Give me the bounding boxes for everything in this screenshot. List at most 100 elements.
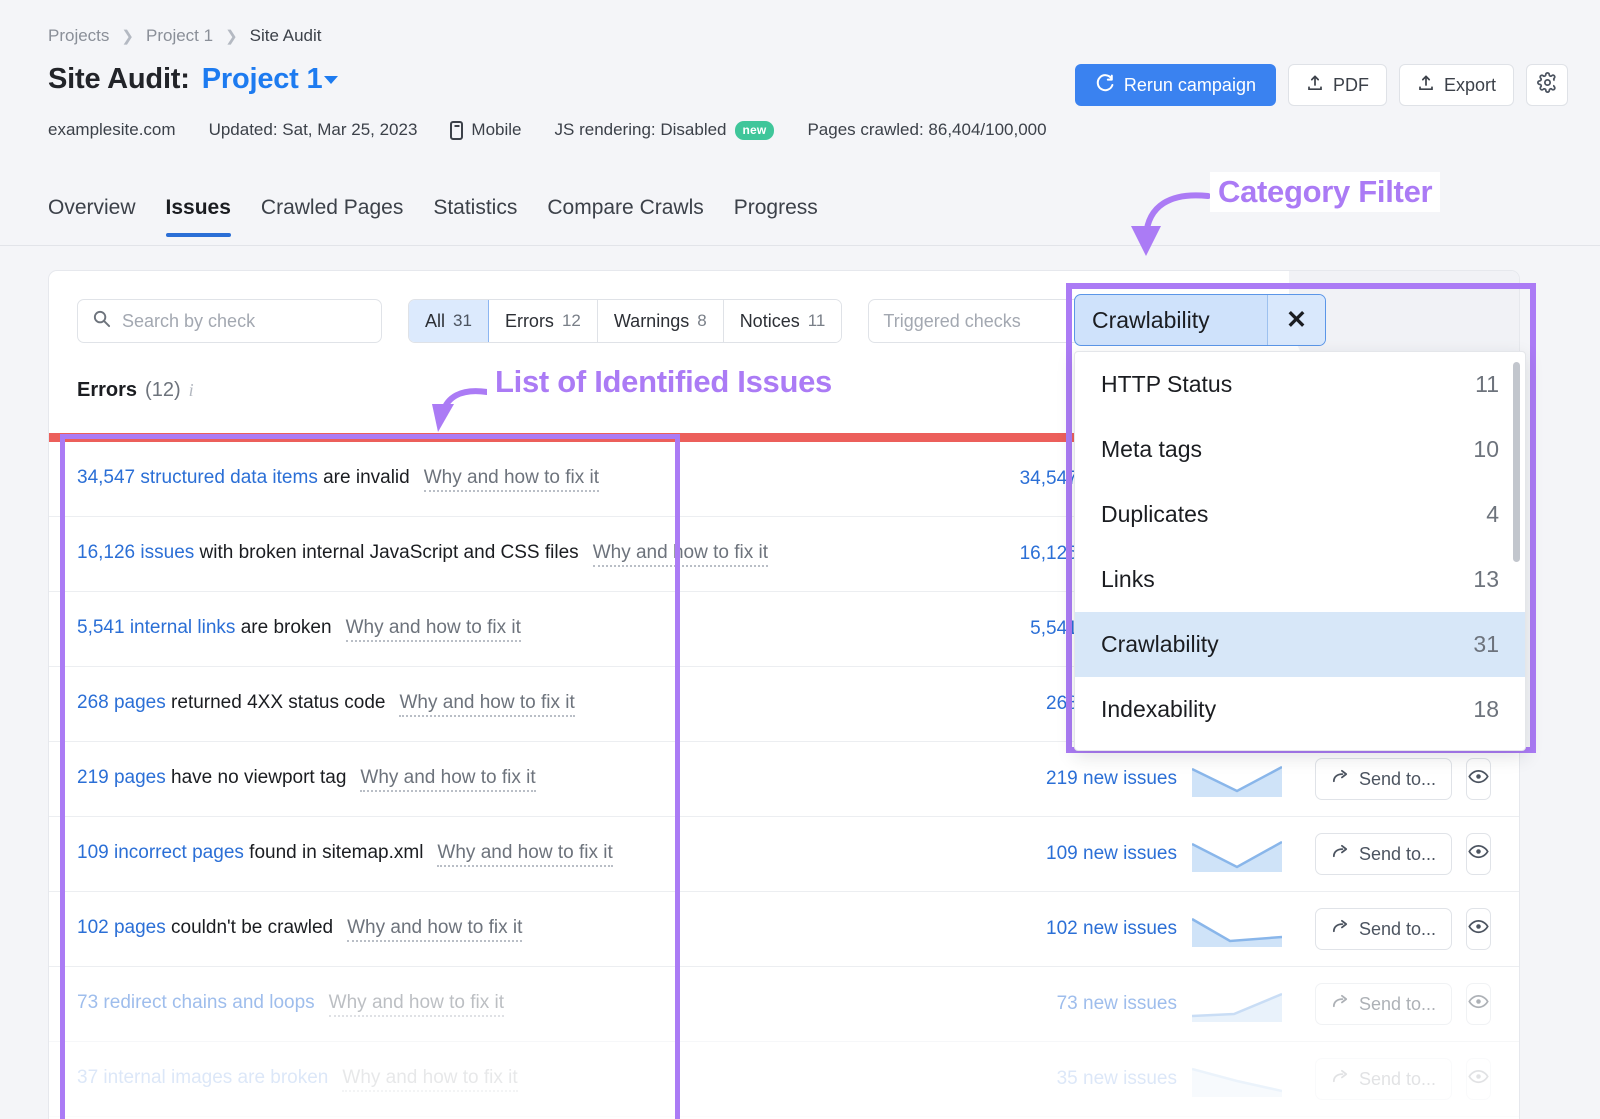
category-chip-crawlability[interactable]: Crawlability ✕ [1074, 294, 1326, 346]
new-issues-count[interactable]: 219 new issues [987, 768, 1177, 790]
new-issues-count[interactable]: 35 new issues [987, 1068, 1177, 1090]
category-option-links[interactable]: Links 13 [1075, 547, 1525, 612]
site-audit-page: Projects ❯ Project 1 ❯ Site Audit Site A… [0, 0, 1600, 1119]
meta-device: Mobile [450, 120, 521, 140]
chevron-down-icon [324, 76, 338, 84]
segment-errors-label: Errors [505, 311, 554, 332]
segment-all[interactable]: All 31 [409, 300, 489, 342]
table-row[interactable]: 219 pages have no viewport tag Why and ho… [49, 742, 1519, 817]
main-tabs: Overview Issues Crawled Pages Statistics… [48, 196, 818, 237]
why-and-how-link[interactable]: Why and how to fix it [342, 1067, 517, 1092]
issue-title[interactable]: 73 redirect chains and loops [77, 992, 315, 1014]
chevron-right-icon: ❯ [121, 27, 134, 45]
issue-title[interactable]: 5,541 internal links are broken [77, 617, 332, 639]
category-option-label: Duplicates [1101, 501, 1208, 528]
category-option-http-status[interactable]: HTTP Status 11 [1075, 352, 1525, 417]
table-row[interactable]: 109 incorrect pages found in sitemap.xml… [49, 817, 1519, 892]
issue-count: 73 [77, 992, 98, 1013]
category-option-count: 31 [1473, 631, 1499, 658]
category-option-label: HTTP Status [1101, 371, 1232, 398]
table-row[interactable]: 37 internal images are broken Why and ho… [49, 1042, 1519, 1117]
why-and-how-link[interactable]: Why and how to fix it [329, 992, 504, 1017]
project-selector[interactable]: Project 1 [202, 63, 339, 96]
breadcrumb: Projects ❯ Project 1 ❯ Site Audit [48, 26, 322, 46]
new-issues-count[interactable]: 73 new issues [987, 993, 1177, 1015]
info-icon[interactable]: i [189, 380, 194, 401]
why-and-how-link[interactable]: Why and how to fix it [437, 842, 612, 867]
close-icon[interactable]: ✕ [1267, 295, 1325, 345]
table-row[interactable]: 102 pages couldn't be crawled Why and how… [49, 892, 1519, 967]
export-button[interactable]: Export [1399, 64, 1514, 106]
category-option-meta-tags[interactable]: Meta tags 10 [1075, 417, 1525, 482]
send-to-button[interactable]: Send to... [1315, 833, 1452, 875]
segment-all-count: 31 [453, 311, 472, 331]
issue-title[interactable]: 219 pages have no viewport tag [77, 767, 346, 789]
issue-title[interactable]: 102 pages couldn't be crawled [77, 917, 333, 939]
segment-warnings[interactable]: Warnings 8 [598, 300, 724, 342]
settings-button[interactable] [1526, 64, 1568, 106]
mobile-icon [450, 121, 463, 140]
segment-errors[interactable]: Errors 12 [489, 300, 598, 342]
hide-issue-button[interactable] [1466, 833, 1491, 875]
table-row[interactable]: 73 redirect chains and loops Why and how… [49, 967, 1519, 1042]
share-arrow-icon [1331, 1067, 1350, 1091]
send-to-button[interactable]: Send to... [1315, 1058, 1452, 1100]
send-to-button[interactable]: Send to... [1315, 908, 1452, 950]
category-option-crawlability[interactable]: Crawlability 31 [1075, 612, 1525, 677]
issue-rest-text: found in sitemap.xml [249, 842, 423, 863]
rerun-campaign-button[interactable]: Rerun campaign [1075, 64, 1276, 106]
search-icon [92, 309, 111, 333]
tab-overview[interactable]: Overview [48, 196, 136, 237]
issue-description: 268 pages returned 4XX status code Why an… [77, 692, 987, 717]
refresh-icon [1095, 73, 1115, 98]
new-issues-count[interactable]: 102 new issues [987, 918, 1177, 940]
send-to-button[interactable]: Send to... [1315, 983, 1452, 1025]
issue-title[interactable]: 16,126 issues with broken internal JavaS… [77, 542, 579, 564]
why-and-how-link[interactable]: Why and how to fix it [593, 542, 768, 567]
why-and-how-link[interactable]: Why and how to fix it [347, 917, 522, 942]
tab-statistics[interactable]: Statistics [433, 196, 517, 237]
issue-description: 219 pages have no viewport tag Why and ho… [77, 767, 987, 792]
pdf-button[interactable]: PDF [1288, 64, 1387, 106]
issue-title[interactable]: 268 pages returned 4XX status code [77, 692, 385, 714]
new-issues-count[interactable]: 109 new issues [987, 843, 1177, 865]
gear-icon [1537, 72, 1558, 98]
why-and-how-link[interactable]: Why and how to fix it [360, 767, 535, 792]
send-to-button[interactable]: Send to... [1315, 758, 1452, 800]
segment-notices[interactable]: Notices 11 [724, 300, 842, 342]
meta-pages-crawled: Pages crawled: 86,404/100,000 [807, 120, 1046, 140]
why-and-how-link[interactable]: Why and how to fix it [346, 617, 521, 642]
segment-notices-count: 11 [808, 311, 826, 331]
tab-progress[interactable]: Progress [734, 196, 818, 237]
dropdown-scrollbar[interactable] [1513, 362, 1520, 562]
hide-issue-button[interactable] [1466, 1058, 1491, 1100]
issue-title[interactable]: 109 incorrect pages found in sitemap.xml [77, 842, 423, 864]
why-and-how-link[interactable]: Why and how to fix it [399, 692, 574, 717]
issue-link-text: issues [140, 542, 194, 563]
issue-link-text: internal links [130, 617, 236, 638]
hide-issue-button[interactable] [1466, 983, 1491, 1025]
tab-crawled-pages[interactable]: Crawled Pages [261, 196, 403, 237]
send-to-label: Send to... [1359, 919, 1436, 940]
tab-issues[interactable]: Issues [166, 196, 231, 237]
issue-title[interactable]: 37 internal images are broken [77, 1067, 328, 1089]
upload-icon [1417, 74, 1435, 97]
breadcrumb-item-project-1[interactable]: Project 1 [146, 26, 213, 46]
issue-count: 34,547 [77, 467, 135, 488]
tab-compare-crawls[interactable]: Compare Crawls [547, 196, 703, 237]
issue-count: 268 [77, 692, 109, 713]
category-option-duplicates[interactable]: Duplicates 4 [1075, 482, 1525, 547]
search-input[interactable]: Search by check [77, 299, 382, 343]
issue-link-text: redirect chains and loops [103, 992, 314, 1013]
issue-title[interactable]: 34,547 structured data items are invalid [77, 467, 410, 489]
category-option-label: Crawlability [1101, 631, 1219, 658]
why-and-how-link[interactable]: Why and how to fix it [424, 467, 599, 492]
issue-description: 102 pages couldn't be crawled Why and how… [77, 917, 987, 942]
segment-warnings-count: 8 [697, 311, 706, 331]
breadcrumb-item-projects[interactable]: Projects [48, 26, 109, 46]
page-title-prefix: Site Audit: [48, 63, 190, 96]
meta-domain: examplesite.com [48, 120, 176, 140]
hide-issue-button[interactable] [1466, 758, 1491, 800]
hide-issue-button[interactable] [1466, 908, 1491, 950]
category-option-indexability[interactable]: Indexability 18 [1075, 677, 1525, 742]
